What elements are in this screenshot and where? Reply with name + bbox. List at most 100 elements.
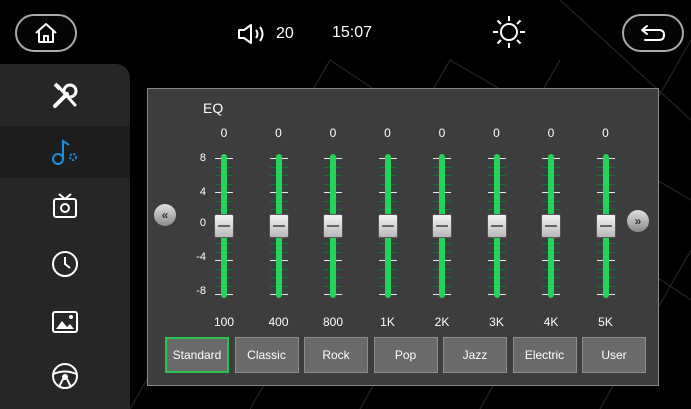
preset-button-electric[interactable]: Electric	[512, 337, 577, 373]
slider-tick	[608, 209, 615, 210]
slider-tick	[390, 183, 397, 185]
slider-tick	[378, 200, 385, 202]
slider-tick	[281, 209, 288, 210]
slider-tick	[608, 251, 615, 253]
slider-tick	[608, 183, 615, 185]
slider-tick	[390, 209, 397, 210]
slider-tick	[433, 209, 439, 210]
slider-tick	[324, 158, 330, 159]
home-icon	[35, 23, 57, 43]
next-band-button[interactable]: »	[627, 210, 649, 232]
slider-tick	[445, 192, 451, 193]
sidebar-item-tools[interactable]	[0, 70, 130, 122]
prev-band-button[interactable]: «	[154, 204, 176, 226]
scale-label: -8	[196, 285, 206, 297]
slider-tick	[324, 268, 330, 270]
band-frequency: 4K	[543, 315, 559, 329]
slider-tick	[433, 158, 439, 159]
sidebar-item-steering[interactable]	[0, 350, 130, 402]
slider-tick	[433, 175, 439, 176]
slider-tick	[336, 209, 342, 210]
slider-tick	[227, 251, 233, 253]
clock-time: 15:07	[332, 24, 373, 41]
slider-tick	[324, 277, 330, 278]
slider-thumb[interactable]	[323, 214, 343, 238]
slider-tick	[336, 166, 342, 168]
slider-tick	[378, 268, 385, 270]
slider-thumb[interactable]	[377, 214, 398, 238]
preset-button-user[interactable]: User	[582, 337, 646, 373]
band-frequency: 400	[268, 315, 289, 329]
slider-tick	[499, 294, 506, 295]
scale-label: 0	[199, 217, 206, 229]
slider-thumb[interactable]	[432, 214, 452, 238]
slider-tick	[227, 158, 233, 159]
slider-tick	[542, 277, 548, 278]
slider-tick	[281, 251, 288, 253]
slider-tick	[445, 209, 451, 210]
slider-tick	[433, 200, 439, 202]
preset-button-standard[interactable]: Standard	[165, 337, 229, 373]
slider-thumb[interactable]	[268, 214, 289, 238]
band-slider[interactable]	[318, 154, 348, 298]
sidebar-item-audio[interactable]	[0, 126, 130, 178]
band-value: 0	[438, 126, 446, 140]
slider-tick	[542, 158, 548, 159]
band-slider[interactable]	[427, 154, 457, 298]
status-bar: 20 15:07	[0, 0, 691, 62]
slider-tick	[215, 268, 221, 270]
slider-tick	[215, 294, 221, 295]
sidebar-item-display[interactable]	[0, 180, 130, 232]
slider-thumb[interactable]	[541, 214, 561, 238]
band-value: 0	[220, 126, 228, 140]
band-slider[interactable]	[264, 154, 294, 298]
slider-tick	[487, 166, 494, 168]
band-slider[interactable]	[209, 154, 239, 298]
slider-tick	[281, 294, 288, 295]
slider-tick	[281, 268, 288, 270]
slider-tick	[596, 166, 603, 168]
slider-tick	[390, 285, 397, 287]
band-slider[interactable]	[373, 154, 403, 298]
sun-icon[interactable]	[489, 12, 529, 52]
volume-indicator[interactable]: 20	[236, 22, 294, 46]
preset-button-classic[interactable]: Classic	[234, 337, 299, 373]
band-slider[interactable]	[536, 154, 566, 298]
slider-tick	[487, 183, 494, 185]
home-button[interactable]	[15, 14, 77, 52]
band-slider[interactable]	[591, 154, 621, 298]
slider-tick	[324, 251, 330, 253]
slider-tick	[378, 277, 385, 278]
slider-tick	[596, 158, 603, 159]
back-button[interactable]	[622, 14, 684, 52]
slider-tick	[336, 294, 342, 295]
slider-tick	[269, 192, 276, 193]
slider-thumb[interactable]	[595, 214, 616, 238]
preset-button-rock[interactable]: Rock	[304, 337, 368, 373]
slider-tick	[390, 243, 397, 244]
slider-tick	[445, 243, 451, 244]
slider-tick	[281, 200, 288, 202]
slider-tick	[499, 192, 506, 193]
slider-tick	[487, 209, 494, 210]
slider-tick	[554, 268, 560, 270]
slider-tick	[324, 294, 330, 295]
slider-tick	[499, 166, 506, 168]
preset-button-jazz[interactable]: Jazz	[443, 337, 507, 373]
slider-tick	[227, 175, 233, 176]
slider-tick	[608, 192, 615, 193]
slider-tick	[324, 192, 330, 193]
slider-tick	[433, 277, 439, 278]
slider-tick	[487, 200, 494, 202]
preset-button-pop[interactable]: Pop	[373, 337, 438, 373]
slider-thumb[interactable]	[214, 214, 234, 238]
band-slider[interactable]	[482, 154, 512, 298]
slider-tick	[499, 200, 506, 202]
sidebar-item-time[interactable]	[0, 238, 130, 290]
slider-tick	[554, 166, 560, 168]
slider-thumb[interactable]	[486, 214, 507, 238]
sidebar-item-wallpaper[interactable]	[0, 296, 130, 348]
slider-tick	[554, 158, 560, 159]
slider-tick	[227, 209, 233, 210]
eq-title: EQ	[203, 100, 224, 116]
